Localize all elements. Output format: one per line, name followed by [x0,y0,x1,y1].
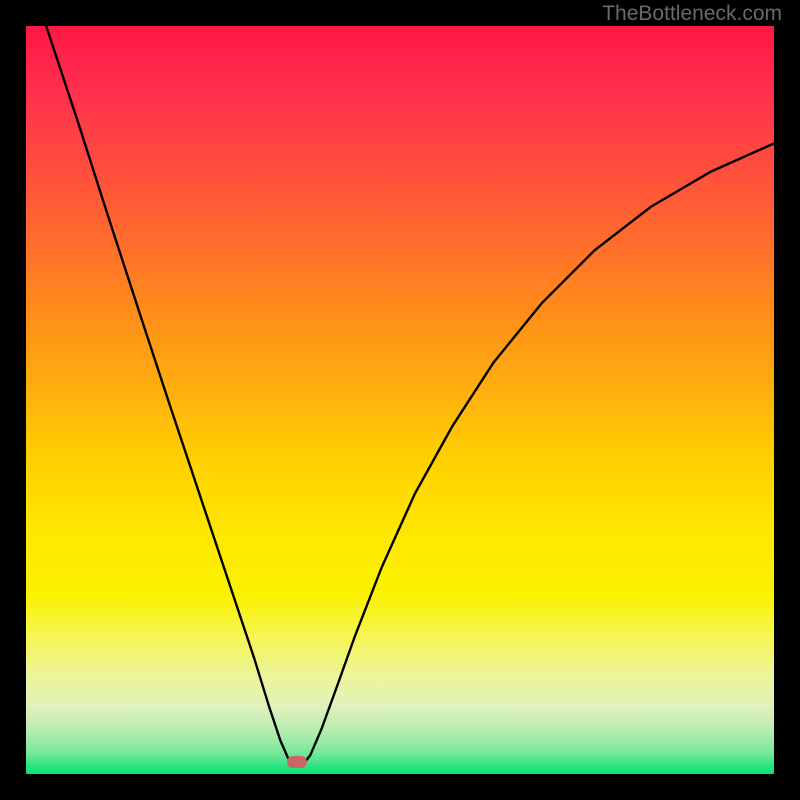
optimal-marker [287,756,307,768]
curve-svg [26,26,774,774]
watermark-text: TheBottleneck.com [602,2,782,26]
plot-area [26,26,774,774]
curve-left-path [46,26,291,763]
curve-right-path [304,143,774,762]
